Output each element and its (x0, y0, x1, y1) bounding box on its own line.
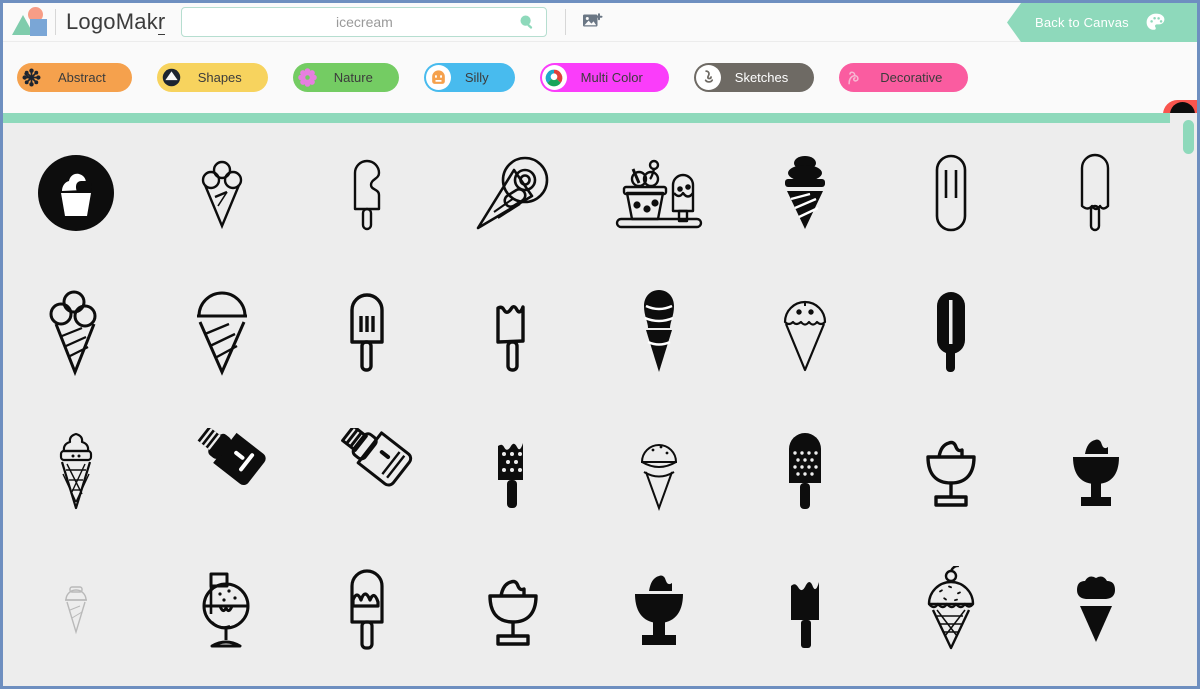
results-panel (3, 123, 1197, 686)
brand[interactable]: LogoMakr (3, 7, 166, 37)
palette-icon[interactable] (1145, 12, 1167, 34)
brand-name-main: LogoMak (66, 9, 158, 34)
app-header: LogoMakr Back to Canvas (3, 3, 1197, 42)
category-tab-sketches[interactable]: Sketches (693, 63, 815, 92)
category-label: Multi Color (580, 70, 643, 85)
halftone-popsicle-icon[interactable] (732, 401, 878, 540)
cone-with-swirl-diagonal-icon[interactable] (440, 123, 586, 262)
bitten-square-popsicle-icon[interactable] (440, 262, 586, 401)
bitten-popsicle-outline-icon[interactable] (295, 123, 441, 262)
small-faded-cone-icon[interactable] (3, 540, 149, 679)
three-scoop-waffle-cone-icon[interactable] (3, 262, 149, 401)
results-scrollbar-thumb[interactable] (1183, 120, 1194, 154)
soft-serve-cone-filled-icon[interactable] (732, 123, 878, 262)
ice-cream-cup-badge-icon[interactable] (3, 123, 149, 262)
sketch-hand-icon (695, 65, 721, 90)
sundae-goblet-filled-icon[interactable] (586, 540, 732, 679)
category-tab-abstract[interactable]: Abstract (17, 63, 132, 92)
waffle-cone-stripes-icon[interactable] (149, 262, 295, 401)
double-bar-popsicle-filled-icon[interactable] (878, 262, 1024, 401)
swirl-cone-filled-icon[interactable] (586, 262, 732, 401)
logomakr-window: LogoMakr Back to Canvas (0, 0, 1200, 689)
sundae-glass-outline-icon[interactable] (878, 401, 1024, 540)
swirl-cone-solid-icon[interactable] (1024, 540, 1170, 679)
page-title: LogoMakr (66, 9, 166, 35)
twin-bar-popsicle-outline-icon[interactable] (878, 123, 1024, 262)
category-tab-nature[interactable]: Nature (292, 63, 399, 92)
cherry-sprinkle-cone-icon[interactable] (878, 540, 1024, 679)
drip-cone-outline-icon[interactable] (732, 262, 878, 401)
sundae-glass-filled-icon[interactable] (1024, 401, 1170, 540)
icon-results-grid (3, 123, 1170, 679)
partial-category-icon (1170, 102, 1195, 113)
sundae-and-popsicle-tray-icon[interactable] (586, 123, 732, 262)
logomakr-shapes-icon (11, 7, 49, 37)
category-label: Decorative (880, 70, 943, 85)
toolbar-divider (565, 9, 567, 35)
dotted-popsicle-filled-icon[interactable] (440, 401, 586, 540)
melting-popsicle-outline-icon[interactable] (1024, 123, 1170, 262)
circle-triangle-icon (158, 65, 184, 90)
search-input[interactable] (181, 7, 548, 37)
search-icon[interactable] (519, 14, 535, 30)
back-to-canvas-label: Back to Canvas (1035, 15, 1129, 30)
smiley-face-icon (425, 65, 451, 90)
category-label: Abstract (58, 70, 106, 85)
soft-serve-waffle-cone-icon[interactable] (3, 401, 149, 540)
category-tab-bar: Abstract Shapes Nature Silly Multi Color… (3, 42, 1197, 113)
melting-popsicle-filled-icon[interactable] (732, 540, 878, 679)
asterisk-flower-icon (19, 65, 44, 90)
back-to-canvas-button[interactable]: Back to Canvas (1007, 3, 1197, 42)
category-label: Nature (333, 70, 373, 85)
category-tab-multi-color[interactable]: Multi Color (539, 63, 669, 92)
search-container (181, 7, 548, 37)
category-label: Sketches (734, 70, 789, 85)
piping-bag-outline-icon[interactable] (295, 401, 441, 540)
piping-bag-filled-icon[interactable] (149, 401, 295, 540)
sundae-goblet-outline-icon[interactable] (440, 540, 586, 679)
triple-scoop-cone-outline-icon[interactable] (149, 123, 295, 262)
color-wheel-icon (541, 65, 567, 90)
dotted-scoop-cone-outline-icon[interactable] (586, 401, 732, 540)
category-label: Silly (464, 70, 489, 85)
sundae-bowl-flag-icon[interactable] (149, 540, 295, 679)
flower-icon (294, 65, 320, 90)
brand-name-underlined: r (157, 9, 166, 35)
swirl-icon (841, 65, 867, 90)
striped-popsicle-outline-icon[interactable] (295, 262, 441, 401)
category-tab-shapes[interactable]: Shapes (156, 63, 268, 92)
category-tab-decorative[interactable]: Decorative (839, 63, 969, 92)
square-shape (30, 19, 47, 36)
add-image-icon[interactable] (582, 11, 604, 33)
results-divider (3, 113, 1170, 123)
category-label: Shapes (197, 70, 242, 85)
category-tab-partial[interactable] (1163, 100, 1197, 113)
drip-popsicle-outline-icon[interactable] (295, 540, 441, 679)
brand-divider (55, 9, 56, 35)
category-tab-silly[interactable]: Silly (423, 63, 515, 92)
